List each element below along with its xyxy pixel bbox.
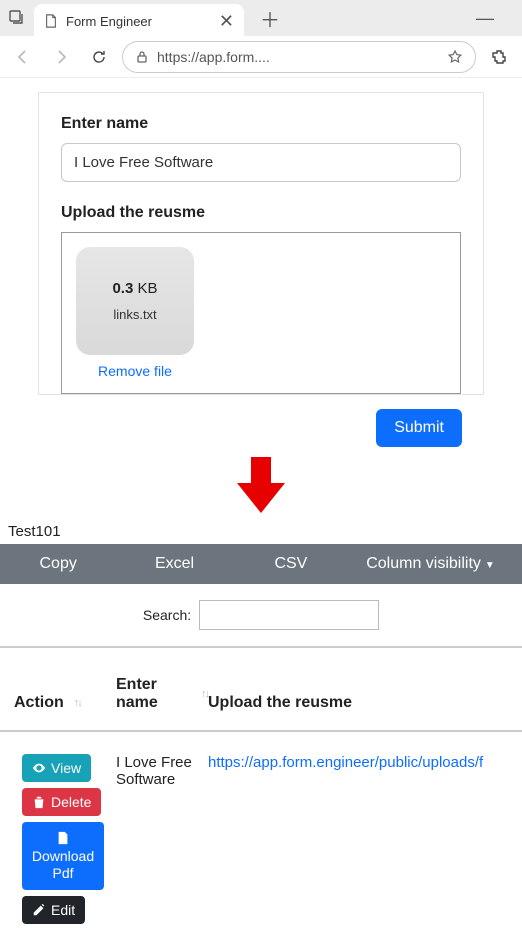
- extensions-button[interactable]: [484, 42, 514, 72]
- tab-bar: Form Engineer ✕ ＋ —: [0, 0, 522, 36]
- favorite-icon[interactable]: [447, 49, 463, 65]
- browser-tab[interactable]: Form Engineer ✕: [34, 4, 244, 38]
- file-name: links.txt: [113, 307, 156, 322]
- search-input[interactable]: [199, 600, 379, 630]
- file-icon: [56, 830, 70, 846]
- browser-window: Form Engineer ✕ ＋ — https://app.form....: [0, 0, 522, 78]
- new-tab-button[interactable]: ＋: [254, 4, 286, 33]
- download-pdf-button[interactable]: Download Pdf: [22, 822, 104, 890]
- edit-button[interactable]: Edit: [22, 896, 85, 924]
- close-icon[interactable]: ✕: [219, 12, 234, 30]
- cell-upload-link[interactable]: https://app.form.engineer/public/uploads…: [208, 754, 522, 771]
- eye-icon: [32, 761, 46, 775]
- copy-button[interactable]: Copy: [0, 555, 116, 573]
- url-text: https://app.form....: [157, 49, 439, 65]
- edit-icon: [32, 903, 46, 917]
- sort-icon: ↑↓: [201, 688, 208, 700]
- submit-button[interactable]: Submit: [376, 409, 462, 447]
- remove-file-link[interactable]: Remove file: [98, 363, 172, 379]
- name-input[interactable]: [61, 143, 461, 182]
- form-area: Enter name Upload the reusme 0.3 KB link…: [0, 78, 522, 457]
- col-header-action[interactable]: Action↑↓: [0, 694, 116, 712]
- row-actions: View Delete Download Pdf Edit: [14, 754, 116, 924]
- refresh-button[interactable]: [84, 42, 114, 72]
- table-row: View Delete Download Pdf Edit I Love Fre…: [0, 730, 522, 942]
- sort-icon: ↑↓: [74, 697, 81, 709]
- window-minimize-button[interactable]: —: [476, 8, 494, 29]
- lock-icon: [135, 50, 149, 64]
- form-card: Enter name Upload the reusme 0.3 KB link…: [38, 92, 484, 395]
- table-header-row: Action↑↓ Enter name↑↓ Upload the reusme: [0, 646, 522, 730]
- back-button[interactable]: [8, 42, 38, 72]
- view-button[interactable]: View: [22, 754, 91, 782]
- file-size: 0.3 KB: [112, 280, 157, 297]
- upload-label: Upload the reusme: [61, 204, 461, 222]
- table-search: Search:: [0, 584, 522, 646]
- column-visibility-button[interactable]: Column visibility▼: [349, 555, 522, 573]
- arrow-annotation: [0, 453, 522, 517]
- delete-button[interactable]: Delete: [22, 788, 101, 816]
- name-label: Enter name: [61, 115, 461, 133]
- csv-button[interactable]: CSV: [233, 555, 349, 573]
- col-header-name[interactable]: Enter name↑↓: [116, 676, 208, 712]
- col-header-upload[interactable]: Upload the reusme: [208, 694, 522, 712]
- address-bar: https://app.form....: [0, 36, 522, 78]
- file-preview: 0.3 KB links.txt Remove file: [76, 247, 194, 379]
- upload-dropzone[interactable]: 0.3 KB links.txt Remove file: [61, 232, 461, 394]
- excel-button[interactable]: Excel: [116, 555, 232, 573]
- table-toolbar: Copy Excel CSV Column visibility▼: [0, 544, 522, 584]
- forward-button[interactable]: [46, 42, 76, 72]
- page-icon: [44, 14, 58, 28]
- file-tile: 0.3 KB links.txt: [76, 247, 194, 355]
- trash-icon: [32, 795, 46, 809]
- arrow-down-icon: [229, 453, 293, 517]
- tab-title: Form Engineer: [66, 14, 211, 29]
- tabs-icon[interactable]: [8, 9, 24, 28]
- url-input[interactable]: https://app.form....: [122, 41, 476, 73]
- cell-name: I Love Free Software: [116, 754, 208, 788]
- search-label: Search:: [143, 607, 191, 623]
- chevron-down-icon: ▼: [485, 560, 495, 571]
- table-title: Test101: [0, 523, 522, 544]
